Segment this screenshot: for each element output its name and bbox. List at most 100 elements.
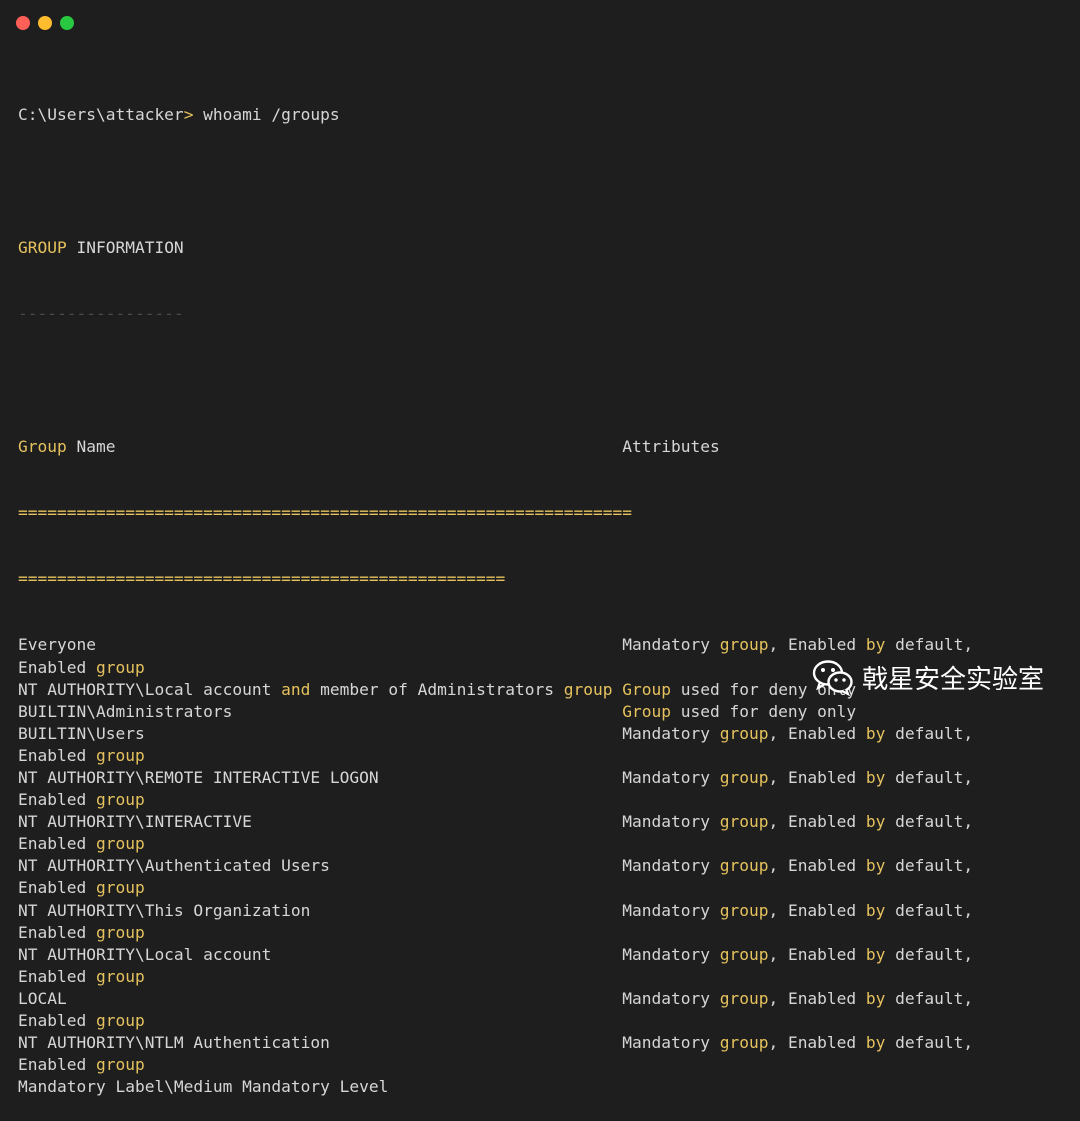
attribute-part: group [95,966,145,986]
separator-line-2: ========================================… [18,569,506,589]
table-row-continuation: Enabled group [18,922,1068,944]
attribute-part: Mandatory [622,1033,720,1053]
section-title-rest: INFORMATION [66,237,184,257]
attribute-part: Enabled [18,878,96,898]
maximize-window-button[interactable] [60,16,74,30]
attribute-part: by [865,1033,886,1053]
attribute-part: Mandatory [622,988,720,1008]
header-attributes: Attributes [622,436,720,456]
attribute-part: by [865,635,886,655]
attribute-part: Enabled [18,1055,96,1075]
attribute-part: , Enabled [768,900,866,920]
separator-line-1: ========================================… [18,502,632,522]
attribute-part: Enabled [18,834,96,854]
attribute-part: Enabled [18,790,96,810]
attribute-part: Group [622,679,671,699]
prompt-symbol: > [183,105,194,125]
group-name: NT AUTHORITY\Authenticated Users [18,856,330,876]
attribute-part: Mandatory [622,768,720,787]
group-name-part: NT AUTHORITY\Local account [18,679,282,699]
attribute-part: group [719,900,769,920]
attribute-part: Mandatory [622,944,720,964]
table-row: NT AUTHORITY\NTLM Authentication Mandato… [18,1032,1068,1054]
attribute-part: default, [885,1033,974,1053]
table-row: BUILTIN\Administrators Group used for de… [18,701,1068,723]
attribute-part: Enabled [18,922,96,942]
attribute-part: group [719,1033,769,1053]
attribute-part: , Enabled [768,635,866,655]
minimize-window-button[interactable] [38,16,52,30]
table-row-continuation: Enabled group [18,1054,1068,1076]
table-row-continuation: Enabled group [18,1010,1068,1032]
terminal-output[interactable]: C:\Users\attacker> whoami /groups GROUP … [18,60,1068,1121]
attribute-part: Mandatory [622,812,720,832]
header-name: Name [66,436,116,456]
attribute-part: group [719,812,769,832]
attribute-part: group [719,944,769,964]
attribute-part: group [719,635,769,655]
group-name: NT AUTHORITY\REMOTE INTERACTIVE LOGON [18,768,379,787]
table-header: Group Name Attributes [18,436,1068,458]
attribute-part: group [95,745,145,765]
table-row: NT AUTHORITY\Authenticated Users Mandato… [18,855,1068,877]
attribute-part: group [95,790,145,810]
table-row-continuation: Enabled group [18,745,1068,767]
attribute-part: Mandatory [622,635,720,655]
group-name: NT AUTHORITY\INTERACTIVE [18,812,252,832]
attribute-part: by [865,900,886,920]
wechat-icon [812,660,853,696]
attribute-part: group [95,657,145,677]
group-name-part: and [281,679,311,699]
attribute-part: Enabled [18,1011,96,1031]
table-row: Everyone Mandatory group, Enabled by def… [18,634,1068,656]
attribute-part: , Enabled [768,988,866,1008]
section-title-keyword: GROUP [18,237,67,257]
command-text: whoami /groups [193,105,340,125]
table-row: NT AUTHORITY\INTERACTIVE Mandatory group… [18,811,1068,833]
attribute-part: by [865,856,886,876]
table-row-continuation: Enabled group [18,966,1068,988]
attribute-part: by [865,768,886,787]
table-row: LOCAL Mandatory group, Enabled by defaul… [18,988,1068,1010]
attribute-part: default, [885,635,974,655]
attribute-part: , Enabled [768,944,866,964]
attribute-part: group [719,988,769,1008]
table-row: NT AUTHORITY\Local account Mandatory gro… [18,944,1068,966]
attribute-part: Group [622,701,671,721]
header-group-keyword: Group [18,436,67,456]
attribute-part: group [95,1011,145,1031]
attribute-part: group [95,878,145,898]
attribute-part: default, [885,812,974,832]
attribute-part: , Enabled [768,812,866,832]
attribute-part: Mandatory [622,900,720,920]
close-window-button[interactable] [16,16,30,30]
attribute-part: default, [885,856,974,876]
attribute-part: default, [885,900,974,920]
table-row-continuation: Enabled group [18,789,1068,811]
attribute-part: group [95,834,145,854]
group-name-part: member of Administrators [310,679,564,699]
attribute-part: Enabled [18,745,96,765]
section-underline: ----------------- [18,304,184,324]
group-name: Everyone [18,635,96,655]
attribute-part: Mandatory [622,856,720,876]
section-title: GROUP INFORMATION [18,237,1068,259]
watermark-text: 戟星安全实验室 [861,664,1044,695]
attribute-part: default, [885,768,974,787]
attribute-part: , Enabled [768,768,866,787]
group-name: BUILTIN\Administrators [18,701,233,721]
group-name: Mandatory Label\Medium Mandatory Level [18,1077,389,1097]
attribute-part: group [719,768,769,787]
table-row: NT AUTHORITY\REMOTE INTERACTIVE LOGON Ma… [18,767,1068,789]
group-name: NT AUTHORITY\NTLM Authentication [18,1033,330,1053]
attribute-part: Enabled [18,657,96,677]
group-name: LOCAL [18,988,67,1008]
group-name-part: group [563,679,613,699]
table-row: Mandatory Label\Medium Mandatory Level [18,1076,1068,1098]
group-name: NT AUTHORITY\Local account [18,944,272,964]
table-row: NT AUTHORITY\This Organization Mandatory… [18,900,1068,922]
attribute-part: group [95,1055,145,1075]
command-line: C:\Users\attacker> whoami /groups [18,104,1068,126]
group-name: NT AUTHORITY\This Organization [18,900,311,920]
attribute-part: by [865,944,886,964]
